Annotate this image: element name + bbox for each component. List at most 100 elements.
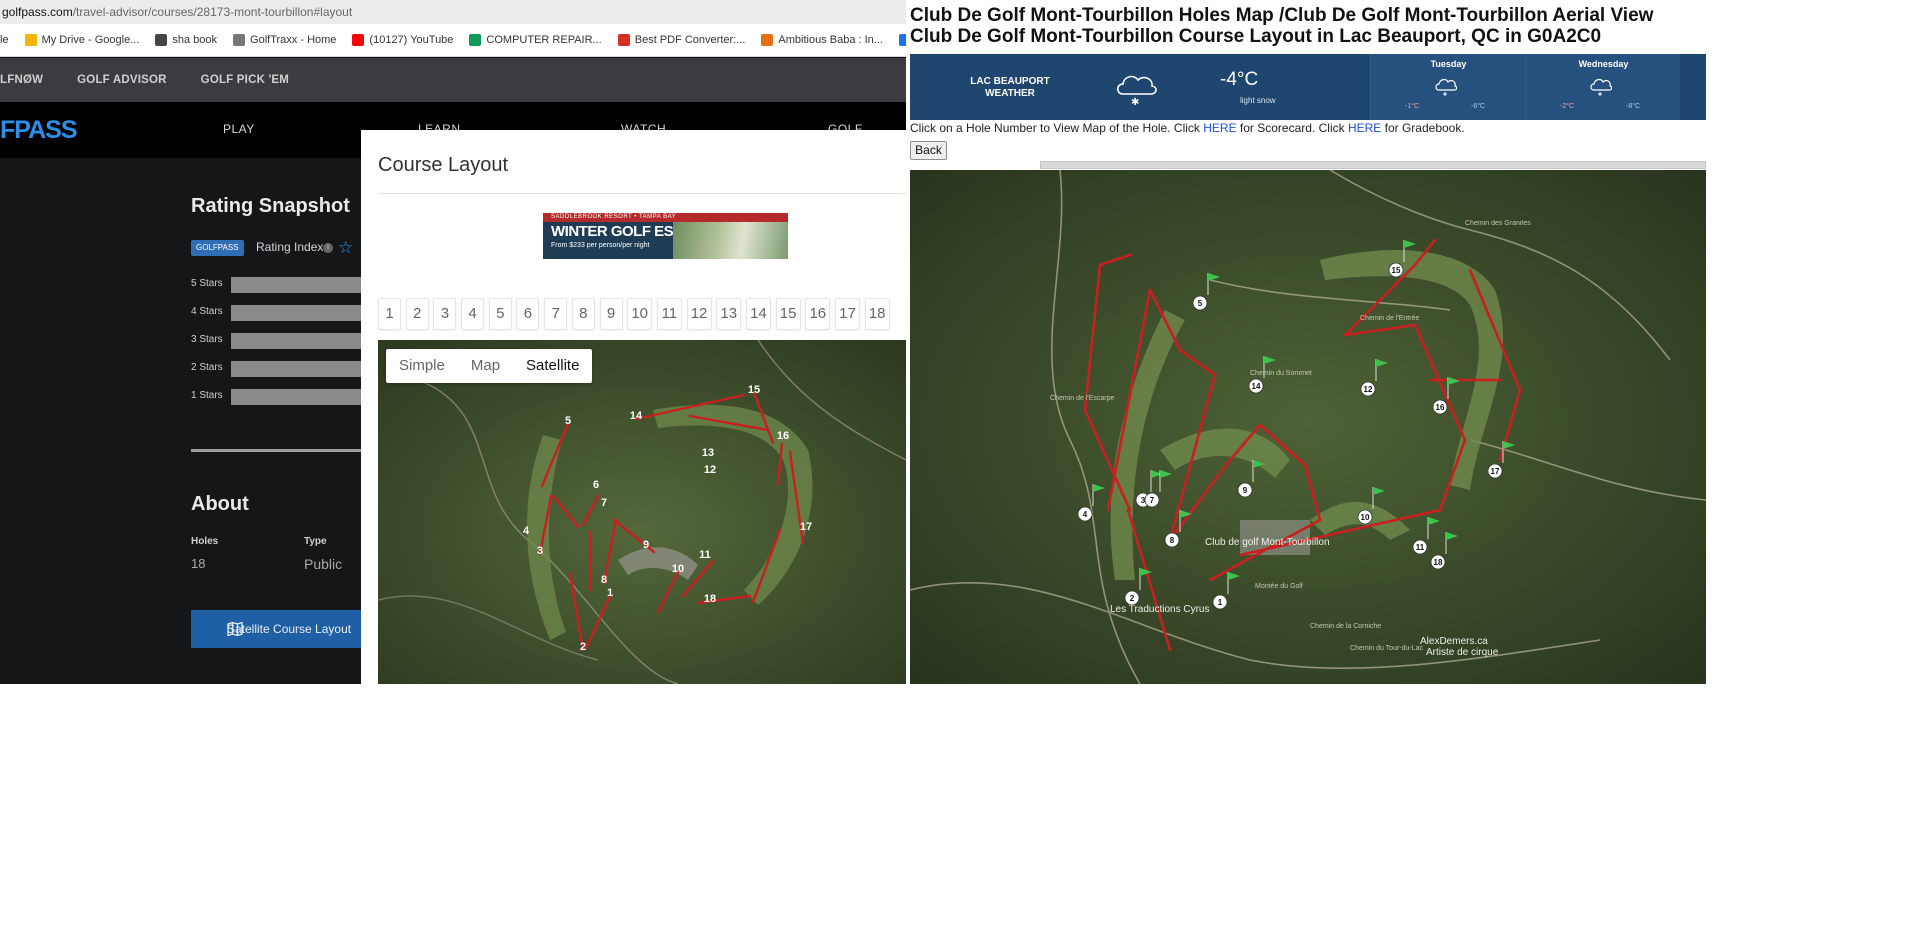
- hole-marker-number[interactable]: 9: [1243, 486, 1248, 495]
- mini-map-hole-number[interactable]: 4: [523, 525, 530, 537]
- url-path: /travel-advisor/courses/28173-mont-tourb…: [72, 5, 353, 19]
- hole-marker-number[interactable]: 15: [1392, 266, 1401, 275]
- heading-line-1: Club De Golf Mont-Tourbillon Holes Map /…: [910, 5, 1654, 26]
- hole-marker-number[interactable]: 4: [1083, 510, 1088, 519]
- road-label: Chemin de l'Entrée: [1360, 315, 1419, 322]
- mini-map-hole-number[interactable]: 1: [607, 587, 613, 599]
- hole-marker-number[interactable]: 12: [1364, 385, 1373, 394]
- hole-tab-1[interactable]: 1: [378, 298, 401, 330]
- hole-tab-16[interactable]: 16: [805, 298, 831, 330]
- golfpass-logo[interactable]: FPASS: [0, 116, 77, 145]
- bookmark-item[interactable]: Best PDF Converter:...: [617, 34, 745, 46]
- satellite-mini-map[interactable]: 1 2 3 4 5 6 7 8 9 10 11 12 13 14 15 16 17 18 Simple Map S…: [378, 340, 906, 684]
- view-simple-tab[interactable]: Simple: [386, 349, 458, 383]
- hole-marker-number[interactable]: 1: [1218, 598, 1223, 607]
- hole-tab-15[interactable]: 15: [775, 298, 801, 330]
- hole-tab-10[interactable]: 10: [627, 298, 653, 330]
- star-row-4[interactable]: 4 Stars: [191, 305, 361, 321]
- bookmark-item[interactable]: le: [0, 34, 9, 46]
- mini-map-hole-number[interactable]: 11: [699, 549, 711, 561]
- subnav-item[interactable]: GOLF ADVISOR: [77, 74, 167, 86]
- map-scrollbar[interactable]: [910, 160, 1706, 170]
- satellite-course-layout-button[interactable]: Satellite Course Layout: [191, 610, 361, 648]
- hole-tab-12[interactable]: 12: [686, 298, 712, 330]
- hole-tab-11[interactable]: 11: [656, 298, 682, 330]
- hole-marker-number[interactable]: 17: [1491, 467, 1500, 476]
- weather-description: light snow: [1240, 96, 1276, 105]
- mini-map-hole-number[interactable]: 17: [800, 521, 812, 533]
- mini-map-hole-number[interactable]: 12: [704, 464, 716, 476]
- hole-marker-number[interactable]: 14: [1252, 382, 1261, 391]
- star-row-2[interactable]: 2 Stars: [191, 361, 361, 377]
- gradebook-link[interactable]: HERE: [1348, 121, 1381, 135]
- aerial-map-graphic: Club de golf Mont-Tourbillon Les Traduct…: [910, 160, 1706, 684]
- hole-tab-17[interactable]: 17: [835, 298, 860, 330]
- mini-map-hole-number[interactable]: 5: [565, 415, 571, 427]
- hole-tab-2[interactable]: 2: [405, 298, 429, 330]
- hole-tab-8[interactable]: 8: [571, 298, 595, 330]
- hole-marker-number[interactable]: 16: [1436, 403, 1445, 412]
- subnav-item[interactable]: LFNØW: [0, 74, 43, 86]
- star-row-5[interactable]: 5 Stars: [191, 277, 361, 293]
- back-button[interactable]: Back: [910, 141, 947, 160]
- hole-marker-number[interactable]: 18: [1434, 558, 1443, 567]
- hole-tab-7[interactable]: 7: [544, 298, 568, 330]
- hole-marker-number[interactable]: 11: [1416, 543, 1425, 552]
- nav-play[interactable]: PLAY: [223, 122, 255, 136]
- forecast-high: -8°C: [1626, 103, 1641, 110]
- address-bar[interactable]: golfpass.com/travel-advisor/courses/2817…: [0, 0, 906, 24]
- mini-map-hole-number[interactable]: 16: [777, 430, 789, 442]
- mini-map-hole-number[interactable]: 3: [537, 545, 543, 557]
- mini-map-hole-number[interactable]: 7: [601, 497, 607, 509]
- mini-map-hole-number[interactable]: 6: [593, 479, 599, 491]
- course-layout-modal: Course Layout SADDLEBROOK RESORT • TAMPA…: [361, 130, 906, 684]
- hole-marker-number[interactable]: 10: [1361, 513, 1370, 522]
- info-icon[interactable]: i: [323, 243, 333, 253]
- hole-tab-18[interactable]: 18: [864, 298, 890, 330]
- star-bar: [231, 277, 361, 293]
- bookmark-favicon-icon: [233, 34, 246, 46]
- hole-tab-4[interactable]: 4: [461, 298, 485, 330]
- bookmark-item[interactable]: sha book: [155, 34, 217, 46]
- bookmark-item[interactable]: Ambitious Baba : In...: [761, 34, 883, 46]
- weather-widget[interactable]: LAC BEAUPORT WEATHER ✱ -4°C light snow T…: [910, 54, 1706, 120]
- hole-tab-5[interactable]: 5: [488, 298, 512, 330]
- star-row-1[interactable]: 1 Stars: [191, 389, 361, 405]
- subnav-item[interactable]: GOLF PICK 'EM: [201, 74, 289, 86]
- hole-tab-9[interactable]: 9: [599, 298, 623, 330]
- map-scrollbar-thumb[interactable]: [1040, 161, 1706, 169]
- hole-marker-number[interactable]: 2: [1130, 594, 1135, 603]
- mini-map-hole-number[interactable]: 14: [630, 410, 643, 422]
- road-label: Chemin des Granites: [1465, 220, 1531, 227]
- map-label-alexdemers: AlexDemers.ca: [1420, 636, 1488, 647]
- bookmark-item[interactable]: COMPUTER REPAIR...: [469, 34, 602, 46]
- mini-map-hole-number[interactable]: 13: [702, 447, 714, 459]
- hole-marker-number[interactable]: 7: [1150, 496, 1155, 505]
- bookmark-item[interactable]: My Drive - Google...: [24, 34, 139, 46]
- aerial-course-map[interactable]: Club de golf Mont-Tourbillon Les Traduct…: [910, 160, 1706, 684]
- hole-tab-3[interactable]: 3: [433, 298, 457, 330]
- mini-map-hole-number[interactable]: 18: [704, 593, 716, 605]
- mini-map-hole-number[interactable]: 2: [580, 641, 586, 653]
- mini-map-hole-number[interactable]: 15: [748, 384, 760, 396]
- heading-line-2: Club De Golf Mont-Tourbillon Course Layo…: [910, 26, 1602, 47]
- hole-tab-13[interactable]: 13: [716, 298, 742, 330]
- hole-marker-number[interactable]: 5: [1198, 299, 1203, 308]
- view-map-tab[interactable]: Map: [458, 349, 513, 383]
- view-satellite-tab[interactable]: Satellite: [513, 349, 592, 383]
- mini-map-hole-number[interactable]: 10: [672, 563, 684, 575]
- hole-tab-6[interactable]: 6: [516, 298, 540, 330]
- weather-location-sub: WEATHER: [985, 88, 1035, 99]
- star-row-3[interactable]: 3 Stars: [191, 333, 361, 349]
- bookmark-item[interactable]: GolfTraxx - Home: [233, 34, 336, 46]
- modal-divider: [378, 193, 906, 194]
- advertisement-banner[interactable]: SADDLEBROOK RESORT • TAMPA BAY WINTER GO…: [543, 213, 788, 259]
- bookmark-item[interactable]: (10127) YouTube: [352, 34, 453, 46]
- hole-marker-number[interactable]: 8: [1170, 536, 1175, 545]
- scorecard-link[interactable]: HERE: [1203, 121, 1236, 135]
- bookmark-favicon-icon: [761, 34, 774, 46]
- hole-tab-14[interactable]: 14: [745, 298, 771, 330]
- mini-map-hole-number[interactable]: 8: [601, 574, 607, 586]
- bookmark-item[interactable]: Cracku: [898, 34, 906, 46]
- mini-map-hole-number[interactable]: 9: [643, 539, 649, 551]
